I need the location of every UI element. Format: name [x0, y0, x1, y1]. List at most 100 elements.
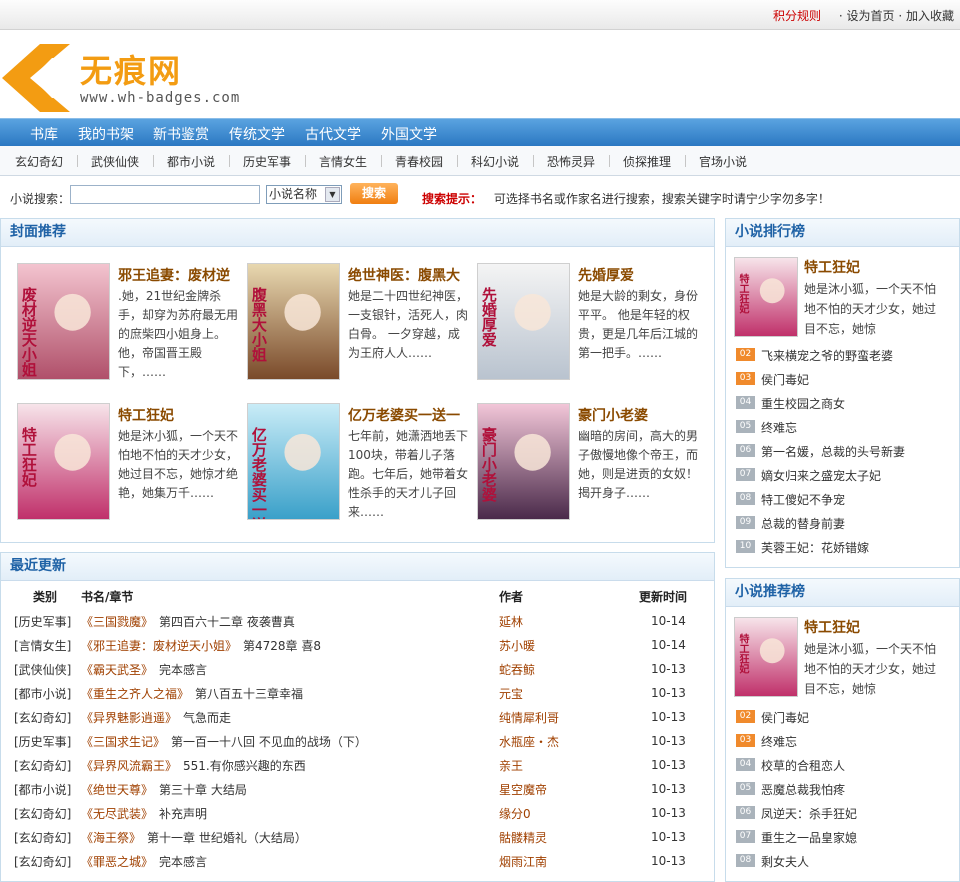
list-item[interactable]: 08 剩女夫人	[736, 849, 956, 873]
book-link[interactable]: 《无尽武装》	[81, 807, 153, 821]
category-item[interactable]: 恐怖灵异	[547, 153, 595, 170]
chapter-link[interactable]: 第4728章 喜8	[243, 639, 321, 653]
book-link[interactable]: 《霸天武圣》	[81, 663, 153, 677]
book-cover[interactable]: 特工狂妃	[734, 257, 798, 337]
featured-book-title[interactable]: 特工狂妃	[804, 617, 860, 637]
rank-book-link[interactable]: 侯门毒妃	[761, 709, 809, 726]
list-item[interactable]: 05 终难忘	[736, 415, 956, 439]
book-card[interactable]: 先婚厚爱 先婚厚爱 她是大龄的剩女，身份平平。 他是年轻的权贵，更是几年后江城的第一…	[477, 263, 702, 388]
author-link[interactable]: 缘分0	[499, 801, 639, 825]
author-link[interactable]: 亲王	[499, 753, 639, 777]
main-nav-item[interactable]: 新书鉴赏	[153, 124, 209, 144]
rank-book-link[interactable]: 侯门毒妃	[761, 371, 809, 388]
recommend-featured-book[interactable]: 特工狂妃 特工狂妃 她是沐小狐，一个天不怕地不怕的天才少女，她过目不忘，她惊	[734, 617, 959, 712]
book-title[interactable]: 特工狂妃	[118, 405, 174, 425]
main-nav-item[interactable]: 外国文学	[381, 124, 437, 144]
rank-book-link[interactable]: 剩女夫人	[761, 853, 809, 870]
list-item[interactable]: 04 校草的合租恋人	[736, 753, 956, 777]
list-item[interactable]: 03 终难忘	[736, 729, 956, 753]
row-category[interactable]: [历史军事]	[6, 609, 81, 633]
author-link[interactable]: 骷髅精灵	[499, 825, 639, 849]
list-item[interactable]: 05 恶魔总裁我怕疼	[736, 777, 956, 801]
chevron-down-icon[interactable]: ▼	[325, 187, 340, 202]
book-card[interactable]: 亿万老婆买一送一 亿万老婆买一送一 七年前，她潇洒地丢下100块，带着儿子落跑。七年…	[247, 403, 472, 547]
score-rules-link[interactable]: 积分规则	[773, 9, 821, 23]
chapter-link[interactable]: 完本感言	[159, 855, 207, 869]
row-category[interactable]: [都市小说]	[6, 777, 81, 801]
chapter-link[interactable]: 551.有你感兴趣的东西	[183, 759, 306, 773]
book-card[interactable]: 豪门小老婆 豪门小老婆 幽暗的房间，高大的男子傲慢地像个帝王，而她，则是进贡的女奴！…	[477, 403, 702, 528]
chapter-link[interactable]: 第三十章 大结局	[159, 783, 247, 797]
book-link[interactable]: 《三国戮魔》	[81, 615, 153, 629]
row-category[interactable]: [历史军事]	[6, 729, 81, 753]
rank-book-link[interactable]: 终难忘	[761, 733, 797, 750]
chapter-link[interactable]: 第八百五十三章幸福	[195, 687, 303, 701]
book-cover[interactable]: 先婚厚爱	[477, 263, 570, 380]
site-logo[interactable]: 无痕网 www.wh-badges.com	[0, 40, 300, 112]
book-title[interactable]: 绝世神医：腹黑大	[348, 265, 460, 285]
featured-book-title[interactable]: 特工狂妃	[804, 257, 860, 277]
list-item[interactable]: 02 飞来横宠之爷的野蛮老婆	[736, 343, 956, 367]
author-link[interactable]: 元宝	[499, 681, 639, 705]
search-type-select[interactable]: 小说名称 ▼	[266, 185, 342, 204]
rank-book-link[interactable]: 第一名媛，总裁的头号新妻	[761, 443, 905, 460]
set-home-link[interactable]: · 设为首页	[839, 9, 895, 23]
row-category[interactable]: [都市小说]	[6, 681, 81, 705]
chapter-link[interactable]: 气急而走	[183, 711, 231, 725]
list-item[interactable]: 09 总裁的替身前妻	[736, 511, 956, 535]
rank-book-link[interactable]: 飞来横宠之爷的野蛮老婆	[761, 347, 893, 364]
category-item[interactable]: 武侠仙侠	[91, 153, 139, 170]
list-item[interactable]: 03 侯门毒妃	[736, 367, 956, 391]
rank-book-link[interactable]: 重生校园之商女	[761, 395, 845, 412]
list-item[interactable]: 08 特工傻妃不争宠	[736, 487, 956, 511]
book-link[interactable]: 《异界风流霸王》	[81, 759, 177, 773]
book-cover[interactable]: 腹黑大小姐	[247, 263, 340, 380]
category-item[interactable]: 官场小说	[699, 153, 747, 170]
category-item[interactable]: 历史军事	[243, 153, 291, 170]
book-title[interactable]: 先婚厚爱	[578, 265, 634, 285]
book-link[interactable]: 《异界魅影逍遥》	[81, 711, 177, 725]
rank-book-link[interactable]: 芙蓉王妃：花娇错嫁	[761, 539, 869, 556]
chapter-link[interactable]: 完本感言	[159, 663, 207, 677]
author-link[interactable]: 蛇吞鲸	[499, 657, 639, 681]
category-item[interactable]: 言情女生	[319, 153, 367, 170]
category-item[interactable]: 青春校园	[395, 153, 443, 170]
category-item[interactable]: 玄幻奇幻	[15, 153, 63, 170]
main-nav-item[interactable]: 我的书架	[78, 124, 134, 144]
category-item[interactable]: 侦探推理	[623, 153, 671, 170]
rank-book-link[interactable]: 特工傻妃不争宠	[761, 491, 845, 508]
rank-book-link[interactable]: 总裁的替身前妻	[761, 515, 845, 532]
category-item[interactable]: 科幻小说	[471, 153, 519, 170]
book-link[interactable]: 《海王祭》	[81, 831, 141, 845]
main-nav-item[interactable]: 传统文学	[229, 124, 285, 144]
book-cover[interactable]: 特工狂妃	[734, 617, 798, 697]
list-item[interactable]: 04 重生校园之商女	[736, 391, 956, 415]
author-link[interactable]: 星空魔帝	[499, 777, 639, 801]
author-link[interactable]: 延林	[499, 609, 639, 633]
book-card[interactable]: 特工狂妃 特工狂妃 她是沐小狐，一个天不怕地不怕的天才少女，她过目不忘，她惊才绝艳，…	[17, 403, 242, 528]
row-category[interactable]: [武侠仙侠]	[6, 657, 81, 681]
row-category[interactable]: [玄幻奇幻]	[6, 825, 81, 849]
book-card[interactable]: 废材逆天小姐 邪王追妻：废材逆 .她，21世纪金牌杀手，却穿为苏府最无用的庶柴四小姐…	[17, 263, 242, 388]
list-item[interactable]: 07 重生之一品皇家媳	[736, 825, 956, 849]
list-item[interactable]: 06 凤逆天：杀手狂妃	[736, 801, 956, 825]
chapter-link[interactable]: 补充声明	[159, 807, 207, 821]
rank-book-link[interactable]: 恶魔总裁我怕疼	[761, 781, 845, 798]
main-nav-item[interactable]: 书库	[30, 124, 58, 144]
search-input[interactable]	[70, 185, 260, 204]
search-button[interactable]: 搜索	[350, 183, 398, 204]
list-item[interactable]: 10 芙蓉王妃：花娇错嫁	[736, 535, 956, 559]
book-cover[interactable]: 亿万老婆买一送一	[247, 403, 340, 547]
row-category[interactable]: [玄幻奇幻]	[6, 753, 81, 777]
book-cover[interactable]: 特工狂妃	[17, 403, 110, 520]
chapter-link[interactable]: 第四百六十二章 夜袭曹真	[159, 615, 295, 629]
book-link[interactable]: 《重生之齐人之福》	[81, 687, 189, 701]
book-title[interactable]: 豪门小老婆	[578, 405, 648, 425]
book-title[interactable]: 邪王追妻：废材逆	[118, 265, 230, 285]
rank-book-link[interactable]: 终难忘	[761, 419, 797, 436]
book-link[interactable]: 《邪王追妻：废材逆天小姐》	[81, 639, 237, 653]
row-category[interactable]: [言情女生]	[6, 633, 81, 657]
list-item[interactable]: 06 第一名媛，总裁的头号新妻	[736, 439, 956, 463]
row-category[interactable]: [玄幻奇幻]	[6, 705, 81, 729]
chapter-link[interactable]: 第一百一十八回 不见血的战场（下）	[171, 735, 367, 749]
